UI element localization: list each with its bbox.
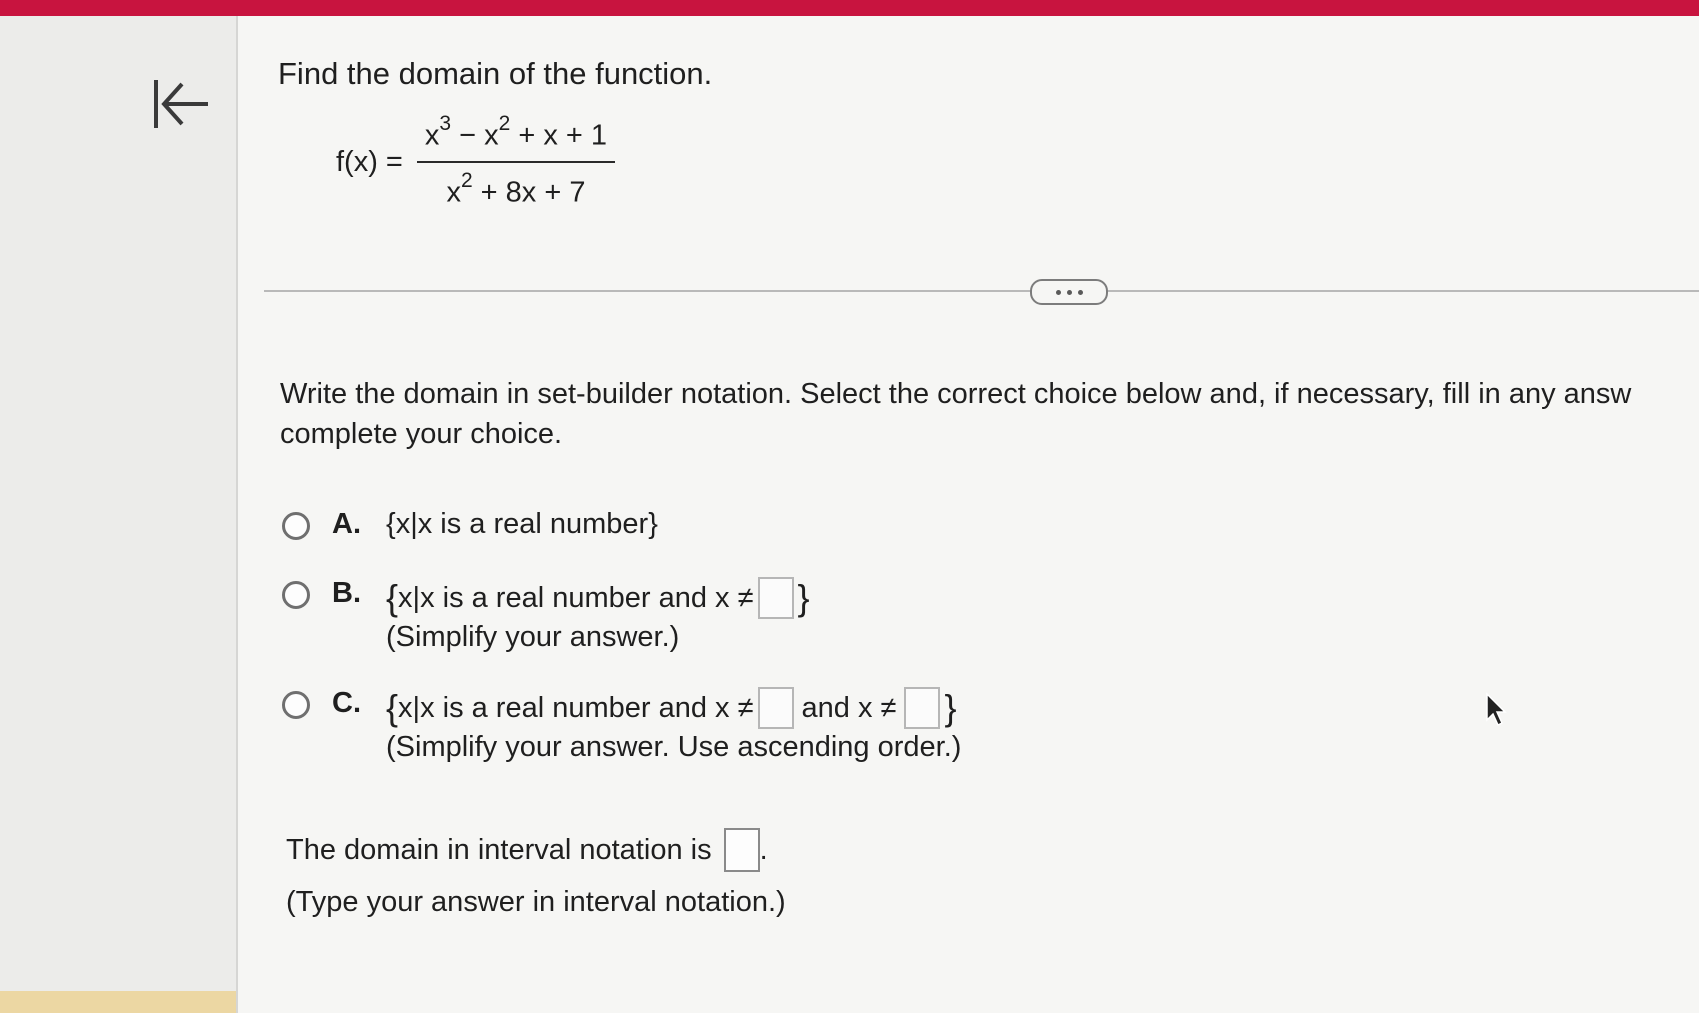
exponent: 3 (439, 112, 452, 135)
answer-box-b[interactable] (757, 577, 794, 619)
set-condition: x|x is a real number (395, 508, 649, 540)
choice-c-note: (Simplify your answer. Use ascending ord… (386, 731, 962, 763)
choice-b-text: {x|x is a real number and x ≠} (386, 577, 810, 619)
radio-choice-c[interactable] (282, 691, 310, 719)
choice-b-note: (Simplify your answer.) (386, 621, 680, 653)
ellipsis-icon (1055, 289, 1083, 295)
close-brace: } (648, 508, 658, 540)
open-brace: { (386, 577, 399, 618)
question-title: Find the domain of the function. (278, 56, 713, 91)
instruction-text: Write the domain in set-builder notation… (280, 374, 1699, 454)
interval-text: The domain in interval notation is (286, 833, 712, 866)
fraction: x3 − x2 + x + 1 x2 + 8x + 7 (416, 112, 616, 210)
collapse-sidebar-button[interactable] (150, 74, 214, 134)
open-brace: { (386, 508, 396, 540)
sidebar (0, 16, 238, 1013)
function-formula: f(x) = x3 − x2 + x + 1 x2 + 8x + 7 (336, 112, 616, 210)
numerator-term: + x + 1 (510, 119, 608, 152)
section-divider (264, 290, 1699, 292)
open-brace: { (386, 687, 399, 728)
collapse-left-arrow-icon (154, 80, 208, 128)
choice-letter: C. (332, 687, 361, 719)
set-condition-and: and x ≠ (801, 691, 897, 724)
expand-more-button[interactable] (1030, 279, 1108, 305)
numerator-term: − x (451, 119, 499, 152)
set-condition: x|x is a real number and x ≠ (398, 581, 754, 614)
interval-note: (Type your answer in interval notation.) (286, 886, 786, 918)
sidebar-footer-strip (0, 991, 236, 1013)
exponent: 2 (498, 112, 511, 135)
interval-answer-box[interactable] (723, 828, 760, 872)
mouse-pointer-icon (1486, 692, 1507, 727)
exponent: 2 (460, 168, 473, 192)
close-brace: } (944, 687, 957, 728)
radio-choice-a[interactable] (282, 512, 310, 540)
denominator-term: + 8x + 7 (472, 176, 586, 209)
interval-prompt: The domain in interval notation is . (286, 828, 768, 872)
instruction-line: Write the domain in set-builder notation… (280, 378, 1632, 410)
radio-choice-b[interactable] (282, 581, 310, 609)
interval-period: . (759, 833, 768, 866)
choice-letter: B. (332, 577, 361, 609)
numerator: x3 − x2 + x + 1 (416, 112, 616, 163)
instruction-line: complete your choice. (280, 418, 563, 450)
close-brace: } (797, 577, 810, 618)
choice-c-text: {x|x is a real number and x ≠ and x ≠} (386, 687, 956, 729)
function-label: f(x) = (336, 146, 403, 179)
answer-box-c1[interactable] (757, 687, 794, 729)
top-bar (0, 0, 1699, 16)
denominator-term: x (446, 176, 461, 209)
numerator-term: x (424, 119, 440, 152)
set-condition: x|x is a real number and x ≠ (398, 691, 754, 724)
denominator: x2 + 8x + 7 (438, 163, 593, 210)
answer-box-c2[interactable] (904, 687, 941, 729)
question-panel: Find the domain of the function. f(x) = … (238, 16, 1699, 1013)
choice-a-text: {x|x is a real number} (386, 508, 658, 541)
choice-letter: A. (332, 508, 361, 540)
